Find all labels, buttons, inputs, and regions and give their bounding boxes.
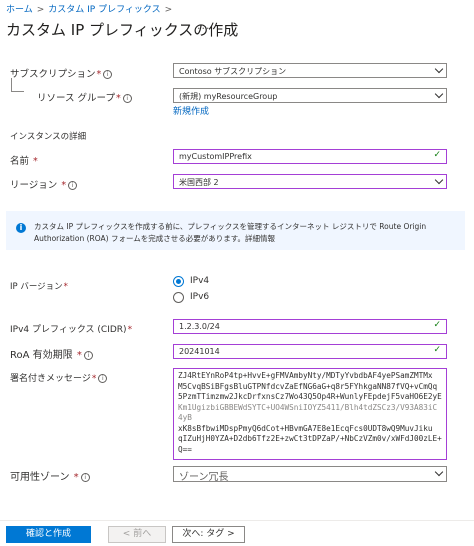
availability-zone-dropdown[interactable]: ゾーン冗長 [173, 466, 447, 482]
region-dropdown[interactable]: 米国西部 2 [173, 174, 447, 189]
availability-zone-placeholder: ゾーン冗長 [179, 472, 229, 482]
ipv6-radio-label[interactable]: IPv6 [190, 292, 209, 302]
resource-group-dropdown[interactable]: (新規) myResourceGroup [173, 88, 447, 103]
roa-expiry-label: RoA 有効期限 * i [10, 346, 93, 361]
info-icon[interactable]: i [83, 350, 93, 360]
instance-details-heading: インスタンスの詳細 [10, 132, 87, 142]
required-marker: * [127, 325, 133, 335]
info-icon[interactable]: i [122, 94, 132, 103]
resource-group-label-text: リソース グループ [37, 93, 115, 104]
availability-zone-label-text: 可用性ゾーン [10, 472, 70, 483]
signed-message-line: Q== [178, 444, 192, 454]
ip-version-label-text: IP バージョン [10, 282, 63, 292]
info-icon[interactable]: i [68, 181, 78, 190]
required-marker: * [30, 156, 38, 167]
breadcrumb: ホーム > カスタム IP プレフィックス > [6, 2, 176, 15]
checkmark-icon: ✓ [433, 345, 441, 355]
required-marker: * [115, 93, 121, 104]
name-label-text: 名前 [10, 156, 30, 167]
ipv4-prefix-input[interactable]: 1.2.3.0/24 ✓ [173, 319, 447, 334]
info-icon: i [16, 223, 26, 233]
breadcrumb-home-link[interactable]: ホーム [6, 5, 33, 15]
signed-message-line: xK8sBfbwiMDspPmyQ6dCot+HBvmGA7E8e1EcqFcs… [178, 423, 433, 433]
chevron-down-icon [434, 467, 444, 477]
subscription-dropdown[interactable]: Contoso サブスクリプション [173, 63, 447, 78]
footer-bar: 確認と作成 < 前へ 次へ: タグ > [0, 520, 474, 546]
required-marker: * [73, 350, 82, 361]
tree-connector [11, 78, 24, 92]
roa-expiry-value: 20241014 [179, 347, 220, 356]
name-label: 名前 * [10, 153, 38, 167]
chevron-down-icon [434, 175, 444, 185]
previous-button[interactable]: < 前へ [108, 526, 166, 543]
ipv4-radio-label[interactable]: IPv4 [190, 276, 209, 286]
signed-message-textarea[interactable]: ZJ4RtEYnRoP4tp+HvvE+gFMVAmbyNty/MDTyYvbd… [173, 368, 447, 460]
review-create-button[interactable]: 確認と作成 [6, 526, 91, 543]
roa-info-banner: i カスタム IP プレフィックスを作成する前に、プレフィックスを管理するインタ… [6, 211, 465, 250]
more-options-button[interactable]: ··· [197, 22, 211, 35]
required-marker: * [63, 282, 68, 292]
info-icon[interactable]: i [98, 374, 108, 383]
required-marker: * [58, 180, 67, 191]
breadcrumb-separator-trailing: > [164, 5, 173, 15]
required-marker: * [96, 69, 102, 80]
signed-message-line: Km1UgizbiGBBEWdSYTC+UO4WSniIOYZ5411/Blh4… [178, 402, 438, 423]
availability-zone-label: 可用性ゾーン * i [10, 468, 90, 483]
required-marker: * [70, 472, 79, 483]
subscription-value: Contoso サブスクリプション [179, 67, 287, 76]
banner-text: カスタム IP プレフィックスを作成する前に、プレフィックスを管理するインターネ… [34, 222, 427, 243]
roa-expiry-label-text: RoA 有効期限 [10, 350, 73, 361]
next-tags-button[interactable]: 次へ: タグ > [172, 526, 245, 543]
name-input[interactable]: myCustomIPPrefix ✓ [173, 149, 447, 164]
region-value: 米国西部 2 [179, 178, 219, 187]
name-value: myCustomIPPrefix [179, 152, 252, 161]
signed-message-line: M5CvqBSiBFgsBluGTPNfdcvZaEfNG6aG+q8r5FYh… [178, 381, 438, 391]
ipv4-radio[interactable] [173, 276, 184, 287]
breadcrumb-separator: > [36, 5, 45, 15]
signed-message-line: 5PzmTTimzmw2JkcDrfxnsCz7Wo43Q5Op4R+Wunly… [178, 392, 442, 401]
ipv4-prefix-label-text: IPv4 プレフィックス (CIDR) [10, 325, 127, 335]
checkmark-icon: ✓ [433, 150, 441, 160]
breadcrumb-current-link[interactable]: カスタム IP プレフィックス [48, 5, 160, 15]
ipv6-radio[interactable] [173, 292, 184, 303]
signed-message-line: qIZuHjH0YZA+D2db6Tfz2E+zwCt3tDPZaP/+NbCz… [178, 434, 442, 443]
ip-version-label: IP バージョン* [10, 280, 68, 292]
signed-message-label: 署名付きメッセージ* i [10, 371, 108, 384]
required-marker: * [91, 374, 97, 384]
subscription-label: サブスクリプション* i [10, 66, 113, 80]
chevron-down-icon [434, 89, 444, 99]
ipv4-prefix-label: IPv4 プレフィックス (CIDR)* [10, 322, 132, 335]
signed-message-line: ZJ4RtEYnRoP4tp+HvvE+gFMVAmbyNty/MDTyYvbd… [178, 371, 433, 380]
chevron-down-icon [434, 64, 444, 74]
checkmark-icon: ✓ [433, 320, 441, 330]
info-icon[interactable]: i [103, 70, 113, 79]
resource-group-value: (新規) myResourceGroup [179, 92, 278, 101]
create-new-link[interactable]: 新規作成 [173, 104, 209, 117]
region-label: リージョン * i [10, 177, 78, 191]
resource-group-label: リソース グループ* i [37, 90, 132, 104]
region-label-text: リージョン [10, 180, 58, 191]
ipv4-prefix-value: 1.2.3.0/24 [179, 322, 220, 331]
roa-expiry-input[interactable]: 20241014 ✓ [173, 344, 447, 359]
signed-message-label-text: 署名付きメッセージ [10, 374, 91, 384]
info-icon[interactable]: i [80, 472, 90, 482]
